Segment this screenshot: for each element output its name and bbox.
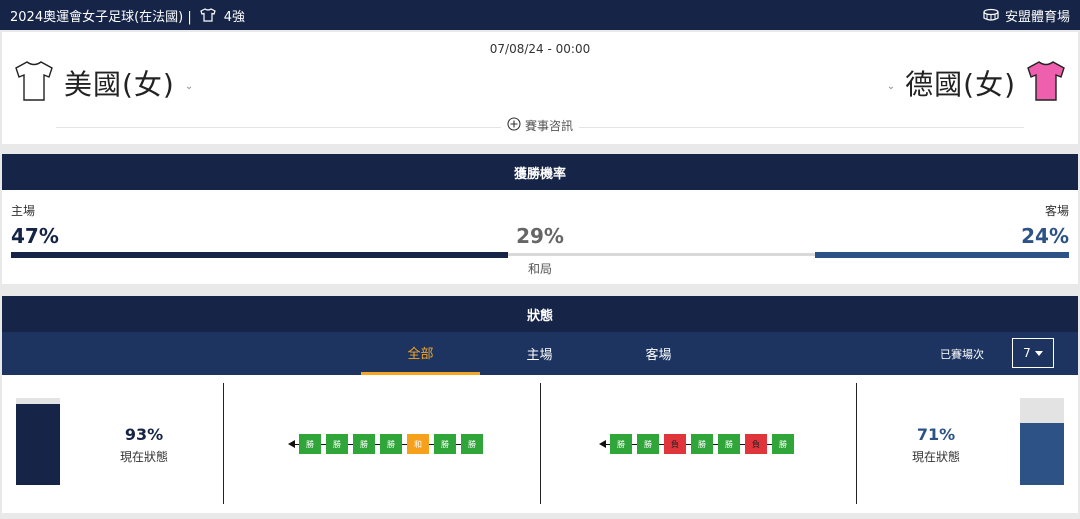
home-team[interactable]: 美國(女) ⌄ <box>14 60 193 106</box>
form-tabs: 全部 主場 客場 已賽場次 7 <box>2 332 1078 375</box>
home-result-badge[interactable]: 和 <box>407 434 429 454</box>
away-form-fill <box>1020 423 1064 485</box>
away-label: 客場 <box>1044 204 1069 218</box>
win-probability-title: 獲勝機率 <box>513 166 566 182</box>
home-result-badge[interactable]: 勝 <box>380 434 402 454</box>
caret-down-icon <box>1034 346 1043 360</box>
home-result-badge[interactable]: 勝 <box>353 434 375 454</box>
matches-played-value: 7 <box>1023 346 1031 360</box>
home-team-name: 美國(女) <box>64 68 175 101</box>
home-form-meter <box>16 398 60 485</box>
round-label: 4強 <box>223 9 246 25</box>
away-form-pct: 71% <box>916 425 956 444</box>
competition-info: 2024奧運會女子足球(在法國) | 4強 <box>10 6 245 25</box>
form-panel: 93% 現在狀態 勝勝勝勝和勝勝 勝勝負勝勝負勝 71% 現在狀態 <box>2 375 1078 513</box>
home-result-badge[interactable]: 勝 <box>299 434 321 454</box>
plus-circle-icon <box>507 117 521 134</box>
match-card: 07/08/24 - 00:00 美國(女) ⌄ ⌄ 德國(女) 賽事咨訊 <box>2 32 1078 144</box>
away-team[interactable]: ⌄ 德國(女) <box>887 60 1066 106</box>
matches-played-label: 已賽場次 <box>940 348 984 361</box>
away-result-badge[interactable]: 勝 <box>610 434 632 454</box>
home-result-badge[interactable]: 勝 <box>434 434 456 454</box>
win-probability-header: 獲勝機率 <box>2 154 1078 190</box>
chevron-down-icon[interactable]: ⌄ <box>887 81 895 92</box>
draw-probability-bar <box>508 253 816 256</box>
away-win-pct: 24% <box>1021 224 1069 248</box>
match-datetime: 07/08/24 - 00:00 <box>489 42 591 56</box>
away-team-name: 德國(女) <box>905 68 1016 101</box>
form-title: 狀態 <box>526 308 553 324</box>
tab-away[interactable]: 客場 <box>599 332 718 375</box>
form-header: 狀態 <box>2 296 1078 332</box>
away-form-label: 現在狀態 <box>911 450 960 464</box>
home-form-fill <box>16 404 60 485</box>
arrow-left-icon <box>599 440 606 448</box>
stadium-icon <box>983 8 999 22</box>
tab-home[interactable]: 主場 <box>480 332 599 375</box>
home-form-pct: 93% <box>124 425 164 444</box>
divider <box>856 383 857 504</box>
match-info-toggle[interactable]: 賽事咨訊 <box>500 117 580 134</box>
home-form-label: 現在狀態 <box>119 450 168 464</box>
divider <box>223 383 224 504</box>
chevron-down-icon[interactable]: ⌄ <box>185 81 193 92</box>
away-form-meter <box>1020 398 1064 485</box>
tab-all[interactable]: 全部 <box>361 332 480 375</box>
away-result-badge[interactable]: 負 <box>664 434 686 454</box>
away-result-badge[interactable]: 勝 <box>772 434 794 454</box>
home-result-badge[interactable]: 勝 <box>461 434 483 454</box>
home-results-sequence: 勝勝勝勝和勝勝 <box>288 434 483 454</box>
home-jersey-icon <box>14 60 54 106</box>
matches-played-select[interactable]: 7 <box>1012 338 1054 368</box>
draw-pct: 29% <box>516 224 564 248</box>
home-result-badge[interactable]: 勝 <box>326 434 348 454</box>
away-results-sequence: 勝勝負勝勝負勝 <box>599 434 794 454</box>
divider <box>540 383 541 504</box>
home-probability-bar <box>11 252 509 258</box>
top-bar: 2024奧運會女子足球(在法國) | 4強 安盟體育場 <box>0 0 1080 30</box>
competition-name[interactable]: 2024奧運會女子足球(在法國) | <box>10 6 192 25</box>
home-form-stat: 93% 現在狀態 <box>94 425 194 465</box>
away-form-stat: 71% 現在狀態 <box>886 425 986 465</box>
match-info-label: 賽事咨訊 <box>524 119 574 133</box>
draw-label: 和局 <box>527 262 552 276</box>
arrow-left-icon <box>288 440 295 448</box>
away-result-badge[interactable]: 勝 <box>718 434 740 454</box>
away-jersey-icon <box>1026 60 1066 106</box>
venue-name: 安盟體育場 <box>1004 9 1070 25</box>
away-result-badge[interactable]: 勝 <box>637 434 659 454</box>
win-probability-panel: 主場 47% 29% 和局 客場 24% <box>2 190 1078 284</box>
home-label: 主場 <box>11 204 36 218</box>
away-result-badge[interactable]: 負 <box>745 434 767 454</box>
jersey-icon <box>200 8 216 22</box>
away-probability-bar <box>815 252 1069 258</box>
away-result-badge[interactable]: 勝 <box>691 434 713 454</box>
venue: 安盟體育場 <box>983 6 1070 25</box>
